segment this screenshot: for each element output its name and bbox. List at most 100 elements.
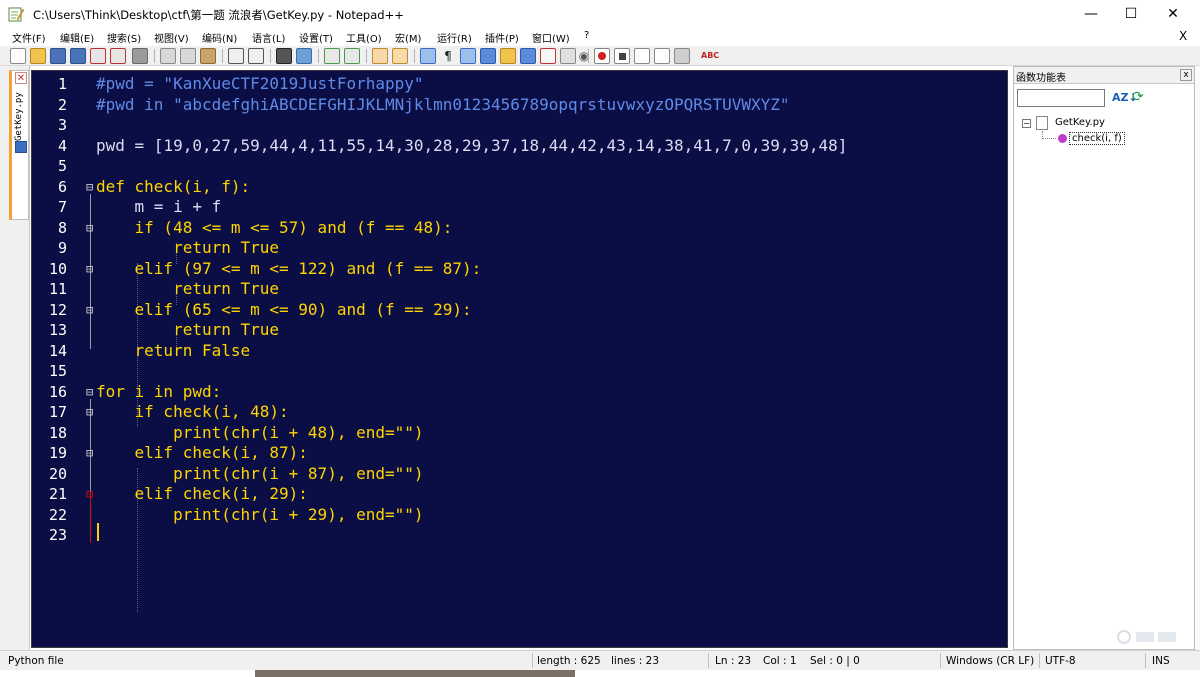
code-text: pwd = [19,0,27,59,44,4,11,55,14,30,28,29…: [96, 135, 848, 155]
code-text: return True: [96, 238, 280, 257]
fold-toggle-icon[interactable]: ⊟: [86, 402, 96, 423]
cut-icon[interactable]: [160, 48, 176, 64]
fold-toggle-icon[interactable]: ⊟: [86, 300, 96, 321]
macro-play-icon[interactable]: [634, 48, 650, 64]
function-list-close-icon[interactable]: x: [1180, 69, 1192, 81]
menu-macro[interactable]: 宏(M): [395, 30, 421, 45]
menu-tools[interactable]: 工具(O): [346, 30, 382, 45]
code-editor[interactable]: 1 #pwd = "KanXueCTF2019JustForhappy" 2 #pw…: [31, 70, 1008, 648]
line-number: 1: [57, 75, 67, 93]
function-list-title: 函数功能表: [1016, 73, 1066, 84]
redo-icon[interactable]: [248, 48, 264, 64]
line-number: 2: [57, 95, 67, 114]
menu-run[interactable]: 运行(R): [437, 30, 472, 45]
code-line: 4 pwd = [19,0,27,59,44,4,11,55,14,30,28,2…: [32, 135, 1007, 157]
tab-close-icon[interactable]: ✕: [15, 72, 27, 84]
menu-encoding[interactable]: 编码(N): [202, 30, 237, 45]
close-document-button[interactable]: X: [1179, 29, 1187, 43]
function-list-panel: 函数功能表 x AZ↓ ⟳ − GetKey.py check(i, f): [1013, 66, 1195, 650]
undo-icon[interactable]: [228, 48, 244, 64]
line-number: 14: [48, 341, 67, 360]
close-all-icon[interactable]: [110, 48, 126, 64]
new-file-icon[interactable]: [10, 48, 26, 64]
code-text: print(chr(i + 87), end=""): [96, 463, 424, 483]
fold-toggle-icon[interactable]: ⊟: [86, 443, 96, 464]
code-text: return True: [96, 279, 280, 298]
sync-horizontal-icon[interactable]: [392, 48, 408, 64]
status-separator: [1145, 653, 1146, 668]
tab-bar: ✕ GetKey.py: [0, 66, 30, 650]
sync-vertical-icon[interactable]: [372, 48, 388, 64]
menu-settings[interactable]: 设置(T): [299, 30, 333, 45]
folder-workspace-icon[interactable]: [540, 48, 556, 64]
code-text: elif (97 <= m <= 122) and (f == 87):: [96, 258, 482, 278]
show-all-chars-icon[interactable]: ¶: [440, 48, 456, 64]
function-list-icon[interactable]: [520, 48, 536, 64]
replace-icon[interactable]: [296, 48, 312, 64]
zoom-out-icon[interactable]: [344, 48, 360, 64]
code-line: 21 ⊟ elif check(i, 29):: [32, 484, 1007, 505]
fold-toggle-icon[interactable]: ⊟: [86, 382, 96, 403]
menu-plugins[interactable]: 插件(P): [485, 30, 519, 45]
maximize-button[interactable]: ☐: [1108, 0, 1154, 28]
monitoring-icon[interactable]: [560, 48, 576, 64]
menu-language[interactable]: 语言(L): [252, 30, 285, 45]
user-language-icon[interactable]: [480, 48, 496, 64]
file-icon: [1036, 116, 1048, 130]
function-search-input[interactable]: [1017, 89, 1105, 107]
close-file-icon[interactable]: [90, 48, 106, 64]
save-icon[interactable]: [50, 48, 66, 64]
copy-icon[interactable]: [180, 48, 196, 64]
macro-record-icon[interactable]: [594, 48, 610, 64]
code-line: 19 ⊟ elif check(i, 87):: [32, 443, 1007, 464]
tree-function-node[interactable]: check(i, f): [1069, 132, 1125, 145]
indent-guide-icon[interactable]: [460, 48, 476, 64]
tree-connector: [1042, 131, 1056, 139]
saved-state-icon: [15, 141, 27, 153]
code-text: elif check(i, 87):: [96, 443, 308, 462]
menu-window[interactable]: 窗口(W): [532, 30, 570, 45]
menu-view[interactable]: 视图(V): [154, 30, 189, 45]
menu-help[interactable]: ?: [584, 30, 589, 41]
macro-stop-icon[interactable]: [614, 48, 630, 64]
tree-collapse-icon[interactable]: −: [1022, 119, 1031, 128]
find-icon[interactable]: [276, 48, 292, 64]
spell-check-icon[interactable]: ABC: [700, 48, 719, 64]
line-number: 7: [57, 198, 67, 216]
open-file-icon[interactable]: [30, 48, 46, 64]
fold-toggle-icon[interactable]: ⊟: [86, 484, 96, 505]
code-text: m = i + f: [96, 197, 222, 216]
code-line: 15: [32, 361, 1007, 382]
eye-icon[interactable]: ◉: [576, 48, 592, 64]
line-number: 20: [48, 464, 67, 483]
status-bar: Python file length : 625 lines : 23 Ln :…: [0, 650, 1200, 670]
fold-toggle-icon[interactable]: ⊟: [86, 177, 96, 198]
code-text: for i in pwd:: [96, 381, 222, 401]
code-line: 11 return True: [32, 279, 1007, 300]
macro-play-multiple-icon[interactable]: [654, 48, 670, 64]
menu-file[interactable]: 文件(F): [12, 30, 46, 45]
zoom-in-icon[interactable]: [324, 48, 340, 64]
reload-icon[interactable]: ⟳: [1132, 89, 1144, 105]
tab-getkey-py[interactable]: ✕ GetKey.py: [9, 70, 29, 220]
fold-toggle-icon[interactable]: ⊟: [86, 218, 96, 239]
paste-icon[interactable]: [200, 48, 216, 64]
status-length: length : 625: [537, 655, 601, 667]
print-icon[interactable]: [132, 48, 148, 64]
tree-file-node[interactable]: GetKey.py: [1055, 117, 1105, 128]
status-line-number: Ln : 23: [715, 655, 752, 667]
menu-search[interactable]: 搜索(S): [107, 30, 141, 45]
menu-edit[interactable]: 编辑(E): [60, 30, 94, 45]
word-wrap-icon[interactable]: [420, 48, 436, 64]
doc-map-icon[interactable]: [500, 48, 516, 64]
toolbar-separator: [318, 49, 319, 63]
line-number: 12: [48, 300, 67, 319]
close-button[interactable]: ✕: [1150, 0, 1196, 28]
line-number: 15: [48, 362, 67, 380]
line-number: 19: [48, 444, 67, 462]
fold-toggle-icon[interactable]: ⊟: [86, 259, 96, 280]
save-all-icon[interactable]: [70, 48, 86, 64]
line-number: 11: [48, 280, 67, 298]
macro-save-icon[interactable]: [674, 48, 690, 64]
tab-label: GetKey.py: [14, 92, 24, 141]
